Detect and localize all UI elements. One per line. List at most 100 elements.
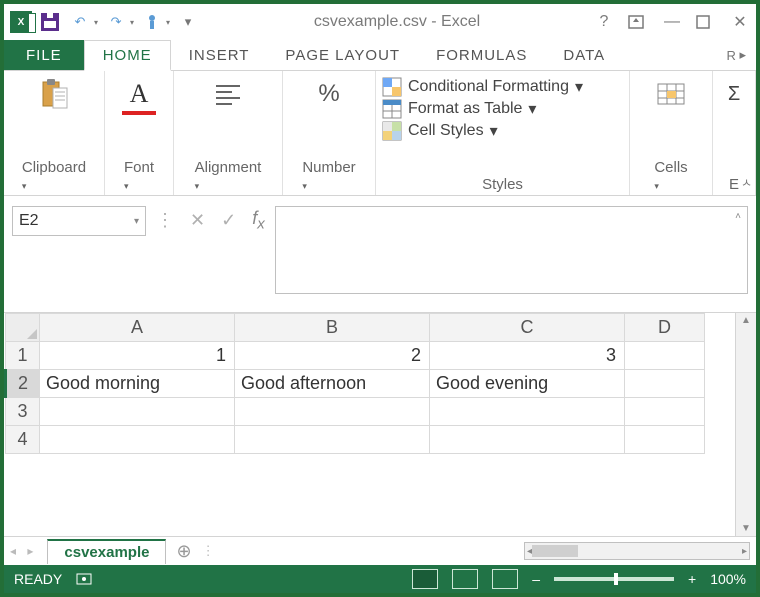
cell-b4[interactable] [235, 426, 430, 454]
tab-split-handle[interactable]: ⋮ [202, 543, 215, 559]
cell-d4[interactable] [625, 426, 705, 454]
zoom-level[interactable]: 100% [710, 571, 746, 587]
name-box-dropdown-icon: ▾ [134, 216, 139, 227]
name-box-value: E2 [19, 212, 39, 230]
macro-record-button[interactable] [76, 572, 92, 586]
cell-c2[interactable]: Good evening [430, 370, 625, 398]
collapse-ribbon-button[interactable]: ㅅ [741, 174, 752, 191]
view-page-break-button[interactable] [492, 569, 518, 589]
sheet-nav-buttons[interactable]: ◂ ▸ [10, 544, 37, 558]
name-box[interactable]: E2 ▾ [12, 206, 146, 236]
column-header-c[interactable]: C [430, 314, 625, 342]
view-normal-button[interactable] [412, 569, 438, 589]
tab-data[interactable]: DATA [545, 40, 623, 70]
cell-styles-button[interactable]: Cell Styles ▾ [382, 121, 623, 141]
tab-page-layout[interactable]: PAGE LAYOUT [267, 40, 418, 70]
ribbon-display-button[interactable] [628, 15, 648, 29]
column-header-a[interactable]: A [40, 314, 235, 342]
formula-buttons: ⋮ ✕ ✓ fx [156, 206, 265, 234]
horizontal-scrollbar[interactable]: ◂ ▸ [524, 542, 750, 560]
accept-formula-button[interactable]: ✓ [221, 210, 236, 231]
redo-button[interactable]: ↷ [104, 10, 128, 34]
group-label-clipboard: Clipboard▾ [22, 155, 86, 193]
tabs-overflow-label: R [726, 48, 735, 63]
group-cells: Cells▾ [630, 71, 713, 195]
new-sheet-button[interactable]: ⊕ [176, 541, 191, 562]
conditional-formatting-button[interactable]: Conditional Formatting ▾ [382, 77, 623, 97]
vertical-scrollbar[interactable]: ▲ ▼ [735, 313, 756, 536]
maximize-button[interactable] [696, 15, 716, 29]
row-header-2[interactable]: 2 [6, 370, 40, 398]
cell-a3[interactable] [40, 398, 235, 426]
ribbon: Clipboard▾ A Font▾ Alignment▾ % Number▾ [4, 71, 756, 196]
cell-c4[interactable] [430, 426, 625, 454]
number-button[interactable]: % [312, 77, 346, 111]
clipboard-icon [37, 77, 71, 111]
cell-d1[interactable] [625, 342, 705, 370]
cell-d2[interactable] [625, 370, 705, 398]
zoom-in-button[interactable]: + [688, 571, 696, 587]
insert-function-button[interactable]: fx [252, 208, 265, 233]
cell-b1[interactable]: 2 [235, 342, 430, 370]
undo-dropdown[interactable]: ▾ [94, 18, 98, 27]
cells-button[interactable] [654, 77, 688, 111]
undo-button[interactable]: ↶ [68, 10, 92, 34]
formula-divider: ⋮ [156, 210, 174, 231]
select-all-corner[interactable] [6, 314, 40, 342]
qat-customize[interactable]: ▾ [176, 10, 200, 34]
cell-a4[interactable] [40, 426, 235, 454]
tab-insert[interactable]: INSERT [171, 40, 268, 70]
cell-c1[interactable]: 3 [430, 342, 625, 370]
sheet-tab-csvexample[interactable]: csvexample [47, 539, 166, 564]
column-header-d[interactable]: D [625, 314, 705, 342]
group-number: % Number▾ [283, 71, 376, 195]
view-page-layout-button[interactable] [452, 569, 478, 589]
zoom-slider[interactable] [554, 577, 674, 581]
window-title: csvexample.csv - Excel [206, 13, 588, 31]
cell-d3[interactable] [625, 398, 705, 426]
dropdown-icon: ▾ [575, 77, 583, 97]
group-styles: Conditional Formatting ▾ Format as Table… [376, 71, 630, 195]
tab-home[interactable]: HOME [84, 40, 171, 71]
zoom-thumb[interactable] [614, 573, 618, 585]
zoom-out-button[interactable]: – [532, 571, 540, 587]
tabs-overflow[interactable]: R ▸ [716, 40, 756, 70]
save-icon [41, 13, 59, 31]
paste-button[interactable] [37, 77, 71, 111]
alignment-button[interactable] [211, 77, 245, 111]
cell-c3[interactable] [430, 398, 625, 426]
tab-file[interactable]: FILE [4, 40, 84, 70]
minimize-button[interactable]: — [662, 13, 682, 31]
help-button[interactable]: ? [594, 13, 614, 31]
save-button[interactable] [38, 10, 62, 34]
row-header-1[interactable]: 1 [6, 342, 40, 370]
cell-b2[interactable]: Good afternoon [235, 370, 430, 398]
collapse-formula-bar-icon[interactable]: ˄ [735, 211, 741, 222]
cell-a1[interactable]: 1 [40, 342, 235, 370]
formula-input[interactable]: ˄ [275, 206, 748, 294]
format-as-table-button[interactable]: Format as Table ▾ [382, 99, 623, 119]
row-header-4[interactable]: 4 [6, 426, 40, 454]
editing-icon: Σ [717, 77, 751, 111]
group-label-number: Number▾ [302, 155, 355, 193]
tab-formulas[interactable]: FORMULAS [418, 40, 545, 70]
cell-a2[interactable]: Good morning [40, 370, 235, 398]
cancel-formula-button[interactable]: ✕ [190, 210, 205, 231]
scroll-thumb[interactable] [532, 545, 578, 557]
editing-button[interactable]: Σ [717, 77, 751, 111]
spreadsheet-grid[interactable]: A B C D 1 1 2 3 2 Good morning [4, 313, 735, 536]
dropdown-icon: ▾ [490, 121, 498, 141]
alignment-icon [211, 77, 245, 111]
touch-mode-button[interactable] [140, 10, 164, 34]
touch-mode-dropdown[interactable]: ▾ [166, 18, 170, 27]
row-header-3[interactable]: 3 [6, 398, 40, 426]
formula-bar: E2 ▾ ⋮ ✕ ✓ fx ˄ [4, 196, 756, 313]
column-header-b[interactable]: B [235, 314, 430, 342]
cell-b3[interactable] [235, 398, 430, 426]
title-bar: X ↶▾ ↷▾ ▾ ▾ csvexample.csv - Excel ? — ✕ [4, 4, 756, 40]
redo-dropdown[interactable]: ▾ [130, 18, 134, 27]
close-button[interactable]: ✕ [730, 12, 750, 32]
group-label-font: Font▾ [124, 155, 154, 193]
font-button[interactable]: A [122, 77, 156, 115]
sheet-tab-bar: ◂ ▸ csvexample ⊕ ⋮ ◂ ▸ [4, 536, 756, 565]
